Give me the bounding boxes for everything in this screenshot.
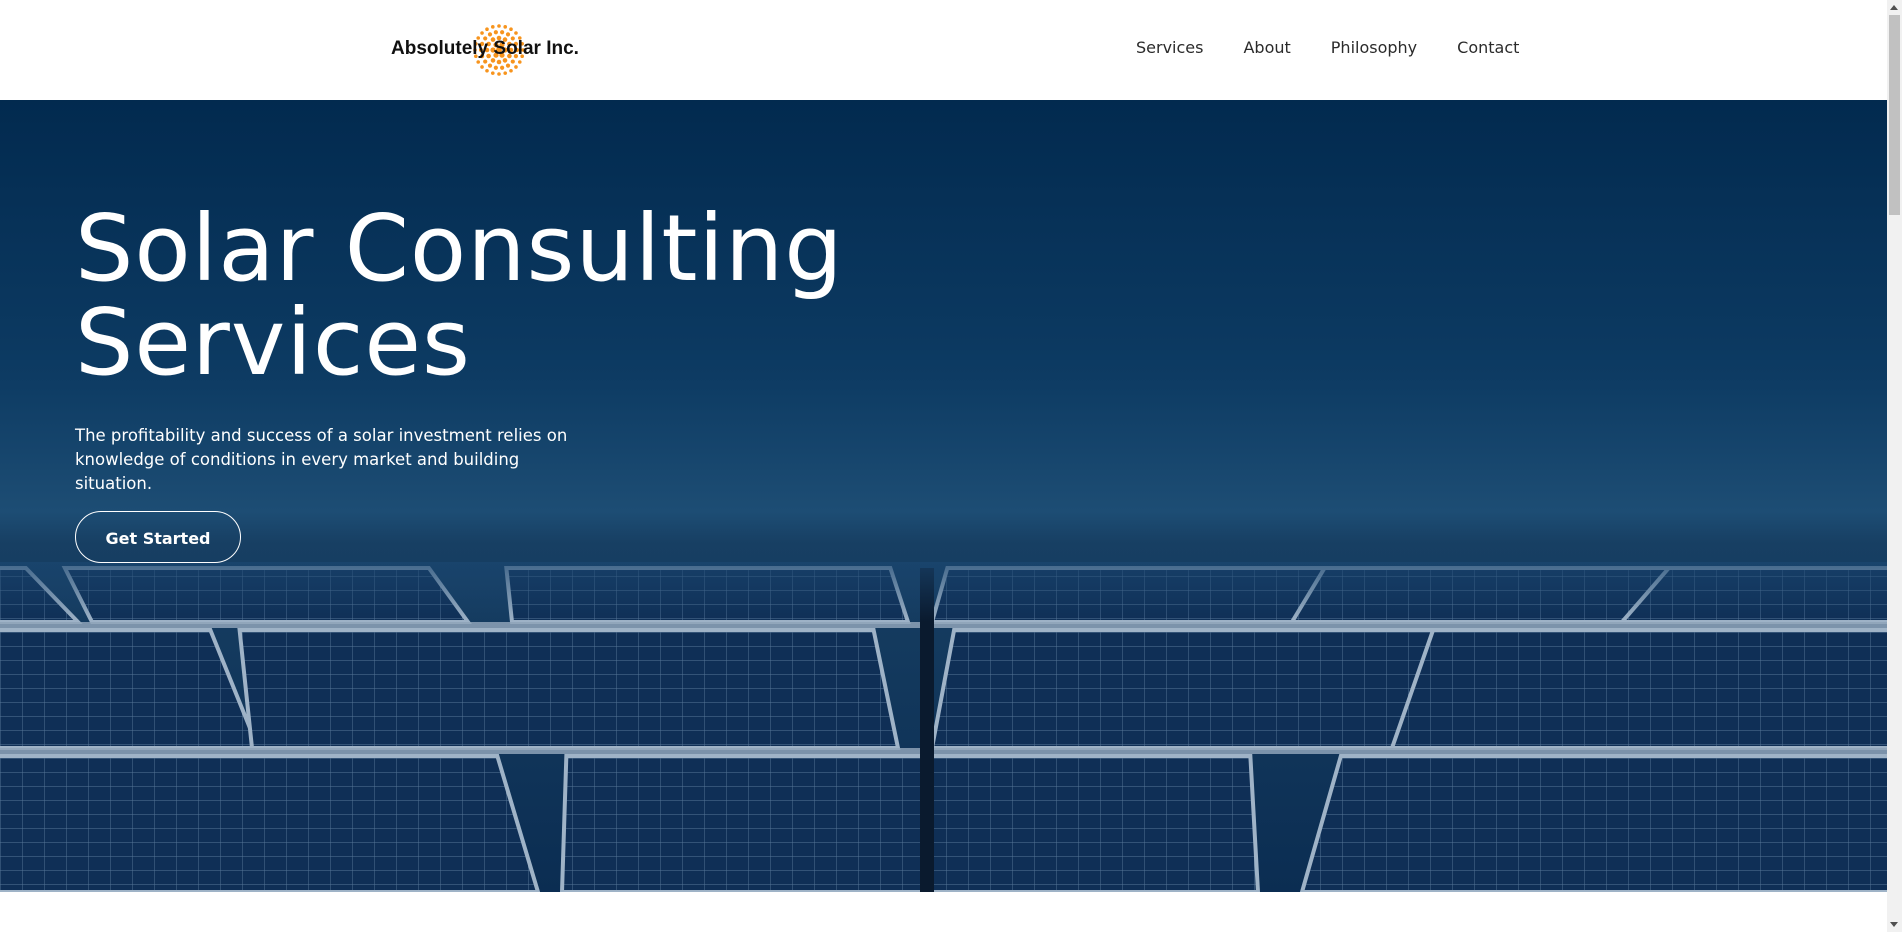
hero-title: Solar Consulting Services (75, 202, 975, 390)
get-started-button[interactable]: Get Started (75, 511, 241, 563)
nav-services[interactable]: Services (1136, 38, 1203, 57)
main-nav: Services About Philosophy Contact (1136, 38, 1519, 57)
hero-section: Solar Consulting Services The profitabil… (0, 100, 1887, 892)
site-header: Absolutely Solar Inc. Services About Phi… (0, 0, 1887, 100)
logo-link[interactable]: Absolutely Solar Inc. (391, 22, 579, 78)
content-section-start (0, 892, 1887, 932)
page: Absolutely Solar Inc. Services About Phi… (0, 0, 1887, 932)
nav-philosophy[interactable]: Philosophy (1331, 38, 1417, 57)
hero-title-line1: Solar Consulting (75, 195, 844, 302)
nav-about[interactable]: About (1243, 38, 1290, 57)
nav-contact[interactable]: Contact (1457, 38, 1519, 57)
scroll-down-arrow-icon[interactable] (1887, 917, 1902, 932)
hero-subtitle: The profitability and success of a solar… (75, 426, 568, 493)
vertical-scrollbar[interactable] (1887, 0, 1902, 932)
scroll-up-arrow-icon[interactable] (1887, 0, 1902, 15)
brand-name: Absolutely Solar Inc. (391, 38, 579, 59)
scrollbar-thumb[interactable] (1889, 15, 1900, 215)
hero-title-line2: Services (75, 289, 471, 396)
